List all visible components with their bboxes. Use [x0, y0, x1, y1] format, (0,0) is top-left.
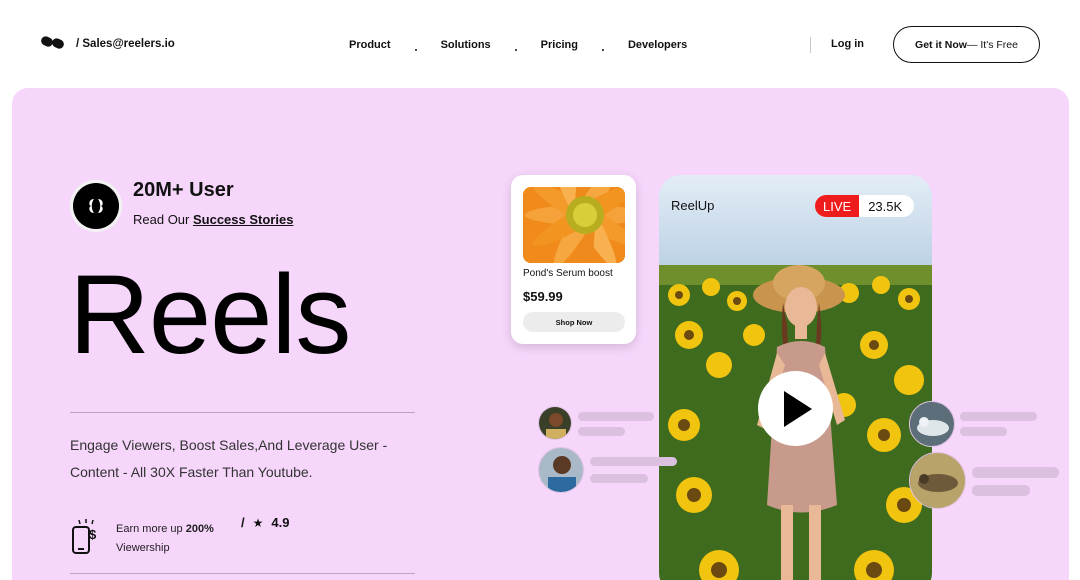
- reel-app-name: ReelUp: [671, 198, 715, 213]
- product-price: $59.99: [523, 289, 563, 304]
- menu-item-solutions[interactable]: Solutions: [441, 39, 491, 51]
- comment-placeholder: [960, 412, 1037, 421]
- nav-divider: [810, 37, 811, 53]
- hero-description: Engage Viewers, Boost Sales,And Leverage…: [70, 437, 388, 480]
- cta-label: Get it Now: [915, 38, 967, 51]
- earn-suffix: Viewership: [116, 542, 170, 554]
- top-nav: / Sales@reelers.io Product Solutions Pri…: [0, 0, 1080, 88]
- viewer-count: 23.5K: [868, 198, 903, 214]
- play-icon: [783, 390, 812, 427]
- reels-logo-icon: [89, 199, 103, 213]
- main-menu: Product Solutions Pricing Developers: [349, 39, 687, 51]
- comment-placeholder: [590, 474, 648, 483]
- divider: [70, 412, 415, 413]
- live-badge: LIVE 23.5K: [815, 195, 914, 217]
- success-stories-line: Read Our Success Stories: [133, 212, 293, 227]
- avatar: [909, 452, 966, 509]
- login-link[interactable]: Log in: [831, 38, 864, 50]
- earn-more-stat: Earn more up 200% Viewership: [116, 520, 214, 558]
- rating-value: 4.9: [271, 515, 290, 530]
- logo-icon[interactable]: [40, 34, 66, 52]
- svg-text:$: $: [89, 527, 97, 542]
- user-count: 20M+ User: [133, 179, 234, 201]
- avatar: [909, 401, 955, 447]
- comment-placeholder: [972, 485, 1030, 496]
- cta-sub-label: — It's Free: [966, 38, 1018, 51]
- menu-item-developers[interactable]: Developers: [628, 39, 687, 51]
- earn-prefix: Earn more up: [116, 523, 186, 535]
- sales-email-link[interactable]: / Sales@reelers.io: [76, 38, 175, 50]
- comment-placeholder: [590, 457, 677, 466]
- product-name: Pond's Serum boost: [523, 268, 613, 279]
- comment-placeholder: [972, 467, 1059, 478]
- menu-separator: [514, 49, 517, 51]
- menu-item-pricing[interactable]: Pricing: [541, 39, 578, 51]
- play-button[interactable]: [758, 371, 833, 446]
- reels-logo-badge: [70, 180, 122, 232]
- comment-placeholder: [578, 412, 654, 421]
- divider: [70, 573, 415, 574]
- menu-separator: [414, 49, 417, 51]
- product-card[interactable]: Pond's Serum boost $59.99 Shop Now: [511, 175, 636, 344]
- reel-video-preview[interactable]: ReelUp LIVE 23.5K: [659, 175, 932, 580]
- get-it-now-button[interactable]: Get it Now — It's Free: [893, 26, 1040, 63]
- success-stories-link[interactable]: Success Stories: [193, 212, 293, 227]
- menu-item-product[interactable]: Product: [349, 39, 391, 51]
- stories-prefix: Read Our: [133, 212, 193, 227]
- comment-placeholder: [960, 427, 1007, 436]
- live-label: LIVE: [815, 195, 860, 217]
- hero-section: 20M+ User Read Our Success Stories Reels…: [12, 88, 1069, 580]
- product-image: [523, 187, 625, 263]
- earn-value: 200%: [185, 523, 214, 535]
- avatar: [538, 447, 584, 493]
- star-icon: ★: [252, 515, 264, 530]
- comment-placeholder: [578, 427, 625, 436]
- headline: Reels: [69, 252, 351, 377]
- shop-now-button[interactable]: Shop Now: [523, 312, 625, 332]
- rating-separator: /: [241, 515, 245, 530]
- avatar: [538, 406, 572, 440]
- menu-separator: [601, 49, 604, 51]
- phone-dollar-icon: $: [72, 519, 97, 554]
- rating: / ★ 4.9: [241, 515, 289, 530]
